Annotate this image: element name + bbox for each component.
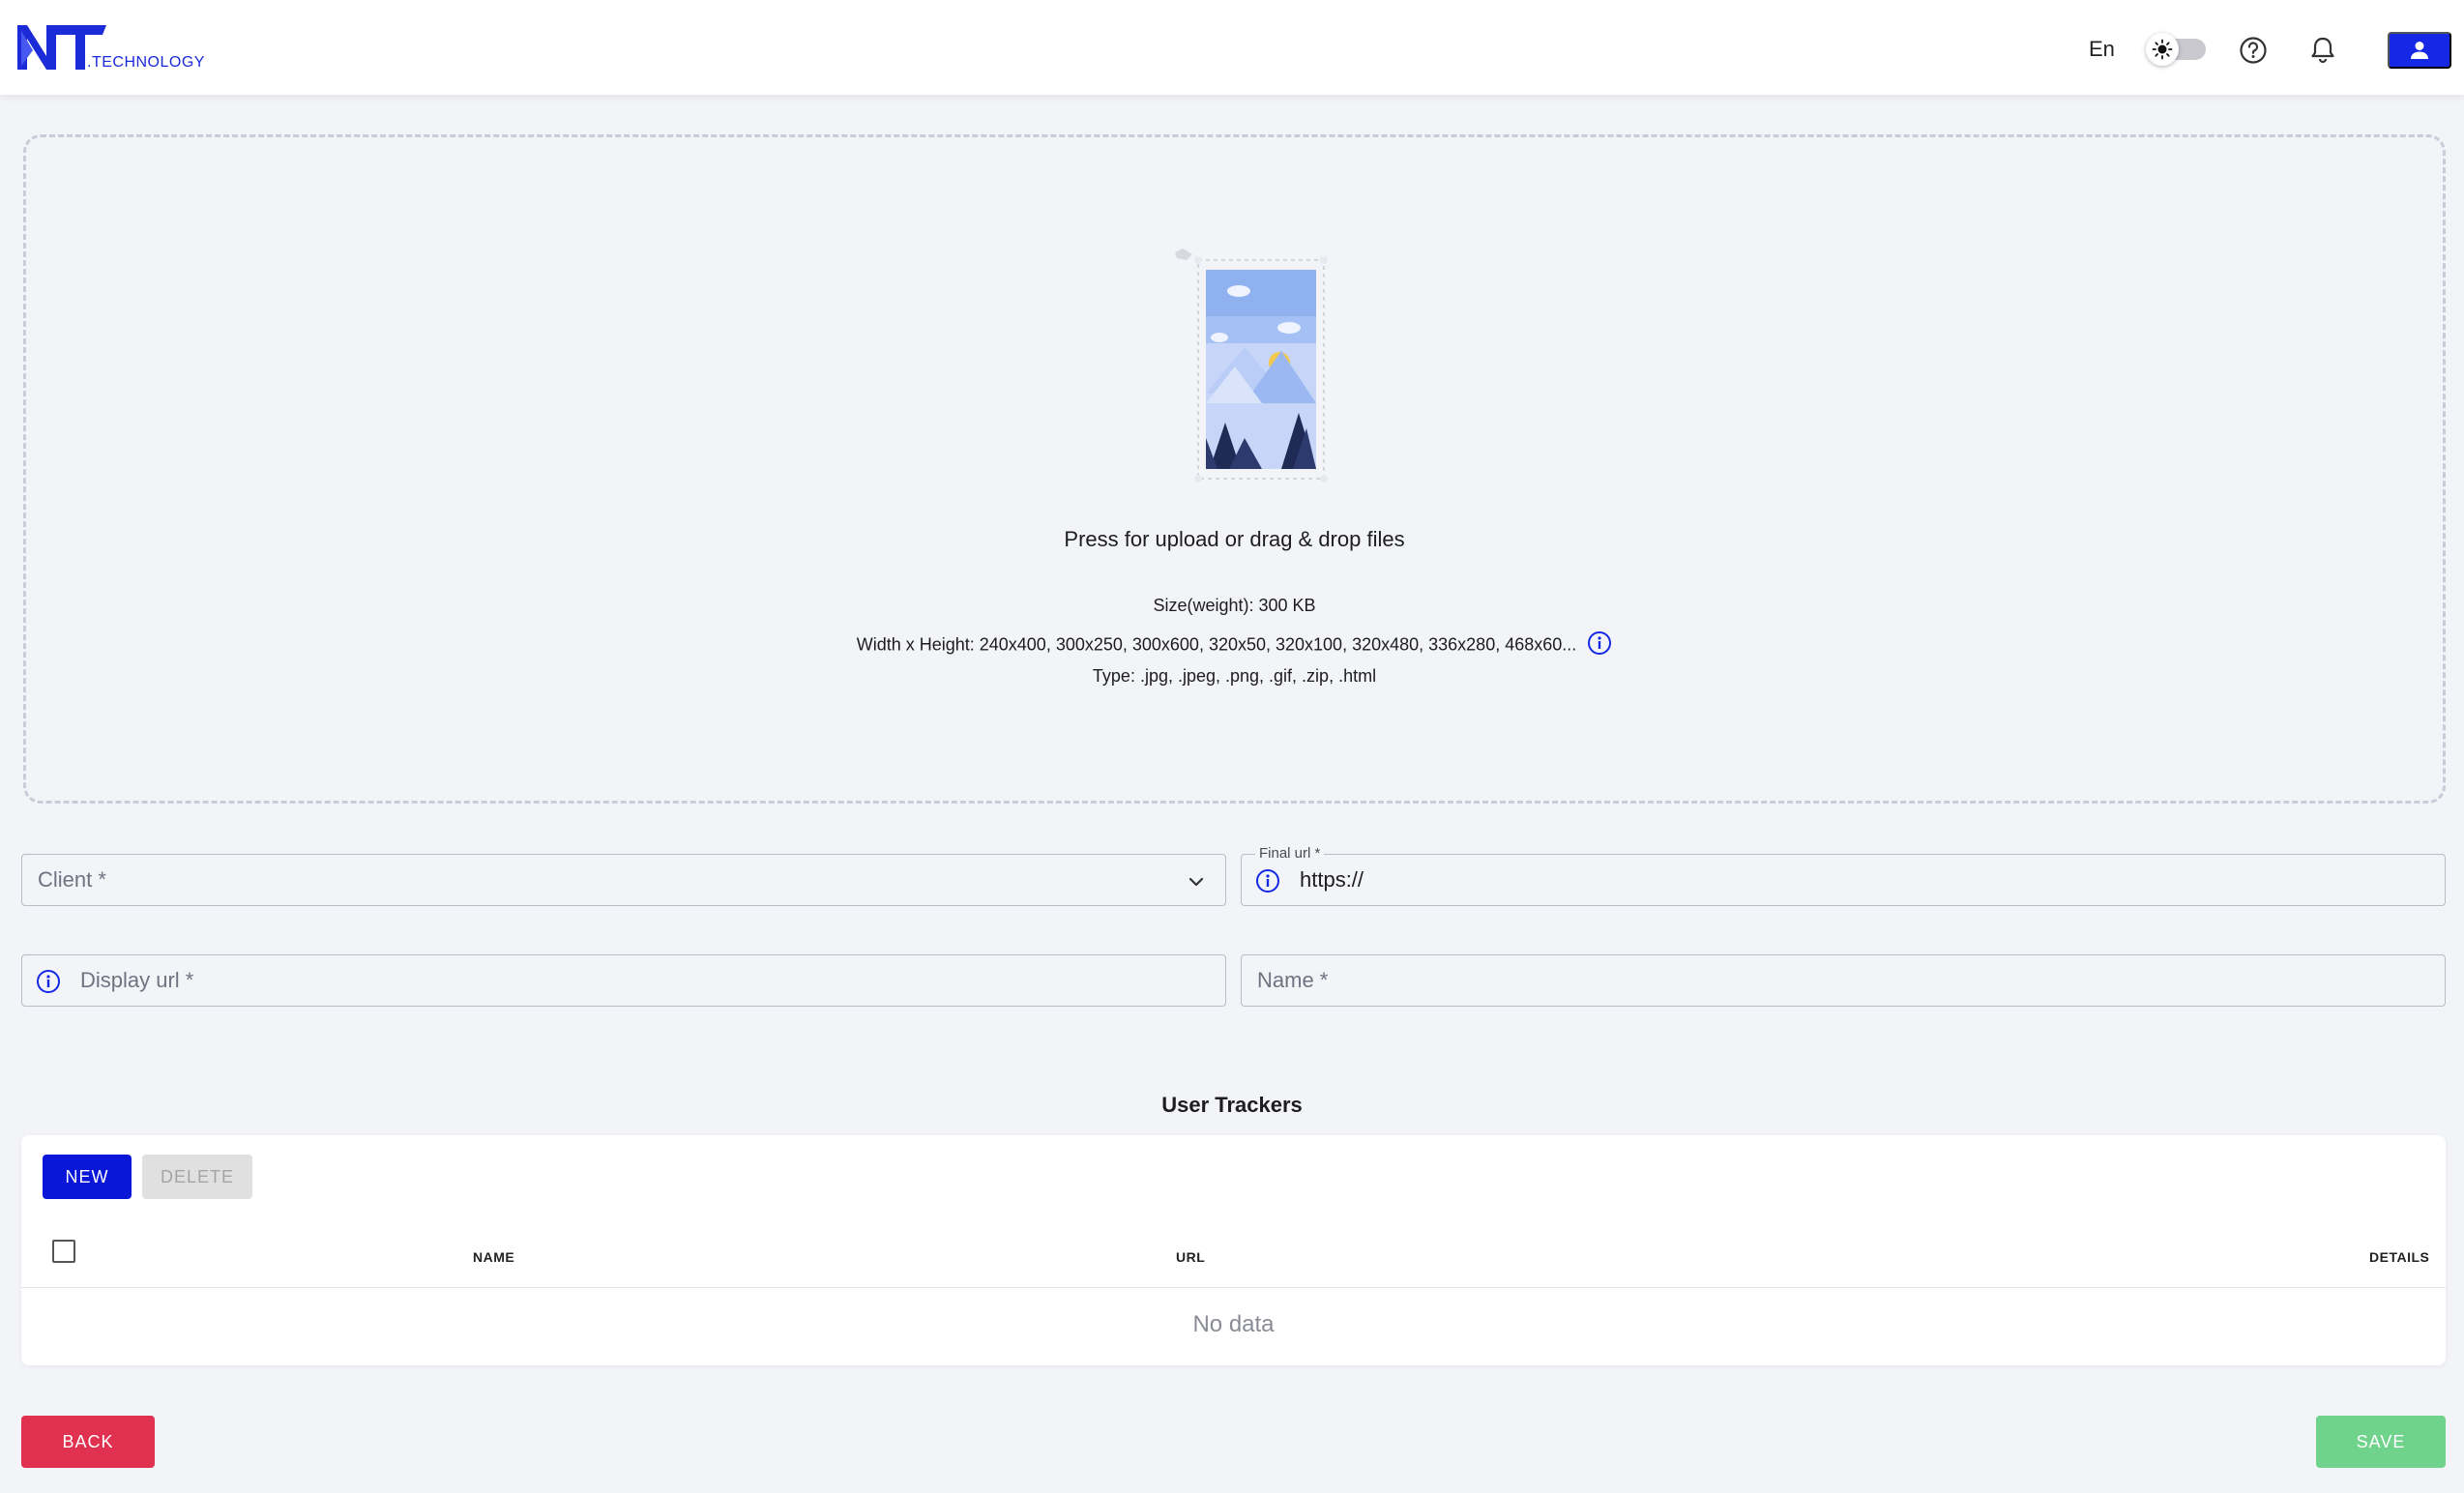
client-input[interactable] [22, 855, 1225, 905]
user-trackers-table: NEW DELETE NAME URL DETAILS No data [21, 1135, 2446, 1365]
column-header-name[interactable]: NAME [473, 1249, 514, 1265]
upload-image-icon [1175, 249, 1328, 483]
select-all-checkbox[interactable] [52, 1240, 75, 1263]
help-icon[interactable] [2238, 35, 2269, 66]
delete-tracker-button[interactable]: DELETE [142, 1155, 252, 1199]
dimensions-info-icon[interactable] [1587, 630, 1612, 660]
nt-logo[interactable]: .TECHNOLOGY [17, 21, 211, 73]
final-url-input[interactable] [1242, 855, 2445, 905]
upload-size-limit: Size(weight): 300 KB [1153, 596, 1316, 615]
chevron-down-icon[interactable] [1187, 872, 1206, 892]
language-selector[interactable]: En [2089, 37, 2115, 62]
user-trackers-title: User Trackers [1161, 1093, 1303, 1117]
display-url-input[interactable] [22, 955, 1225, 1006]
display-url-field[interactable] [21, 954, 1226, 1007]
name-field[interactable] [1241, 954, 2446, 1007]
upload-dimensions-row: Width x Height: 240x400, 300x250, 300x60… [26, 630, 2443, 660]
theme-toggle-knob [2146, 33, 2179, 66]
client-select[interactable] [21, 854, 1226, 906]
logo-text: .TECHNOLOGY [87, 54, 205, 71]
theme-toggle[interactable] [2146, 33, 2206, 66]
sun-icon [2152, 39, 2173, 60]
user-icon [2411, 42, 2428, 59]
final-url-field[interactable]: Final url * [1241, 845, 2446, 906]
empty-table-message: No data [1192, 1311, 1275, 1337]
file-dropzone[interactable]: Press for upload or drag & drop files Si… [23, 134, 2446, 804]
upload-file-types: Type: .jpg, .jpeg, .png, .gif, .zip, .ht… [1092, 666, 1377, 686]
upload-dimensions: Width x Height: 240x400, 300x250, 300x60… [856, 634, 1577, 655]
bell-icon[interactable] [2307, 35, 2338, 66]
column-header-details[interactable]: DETAILS [2369, 1249, 2429, 1265]
name-input[interactable] [1242, 955, 2445, 1006]
table-divider [21, 1287, 2446, 1288]
top-bar: .TECHNOLOGY En [0, 0, 2464, 95]
profile-button[interactable] [2388, 32, 2451, 69]
new-tracker-button[interactable]: NEW [43, 1155, 132, 1199]
column-header-url[interactable]: URL [1176, 1249, 1205, 1265]
back-button[interactable]: BACK [21, 1416, 155, 1468]
save-button[interactable]: SAVE [2316, 1416, 2446, 1468]
upload-title: Press for upload or drag & drop files [1064, 527, 1405, 551]
